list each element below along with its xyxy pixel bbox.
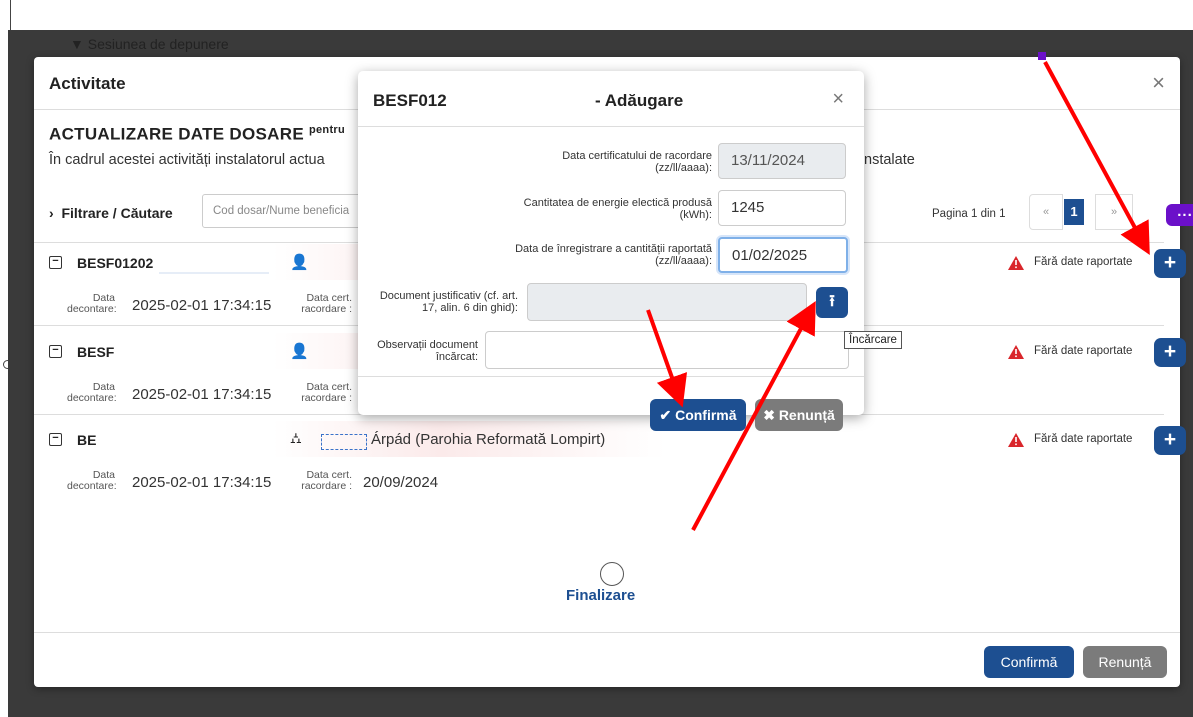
date-label: Data decontare: [67, 469, 117, 492]
confirm-button[interactable]: Confirmă [984, 646, 1074, 678]
dosar-id: BESF [77, 344, 115, 360]
add-button[interactable]: + [1154, 338, 1186, 367]
pagination-next[interactable]: » [1095, 194, 1133, 230]
status-text: Fără date raportate [1034, 433, 1133, 445]
finalize-radio[interactable] [600, 562, 624, 586]
add-button[interactable]: + [1154, 249, 1186, 278]
collapse-icon[interactable]: − [49, 433, 62, 446]
cert-date-field[interactable]: 13/11/2024 [718, 143, 846, 179]
pagination-prev[interactable]: « [1029, 194, 1063, 230]
date-value: 2025-02-01 17:34:15 [132, 474, 272, 491]
cert-label: Data cert. racordare : [301, 292, 352, 315]
dosar-id: BESF01202 [77, 255, 154, 271]
heading-text: ACTUALIZARE DATE DOSARE [49, 124, 304, 144]
status-text: Fără date raportate [1034, 256, 1133, 268]
dialog-code: BESF012 [373, 91, 447, 110]
background-filter-hint: ▼ Sesiunea de depunere [70, 36, 229, 52]
date-label: Data decontare: [67, 292, 117, 315]
dialog-cancel-label: Renunță [778, 407, 835, 423]
filter-label-text: Filtrare / Căutare [61, 205, 173, 221]
notes-field[interactable] [485, 331, 849, 369]
warning-icon [1008, 345, 1024, 359]
background-filter-text: Sesiunea de depunere [87, 36, 229, 52]
warning-icon [1008, 256, 1024, 270]
collapse-icon[interactable]: − [49, 345, 62, 358]
group-icon: ⛼ [290, 430, 302, 447]
modal-footer-divider [34, 632, 1180, 633]
person-icon: 👤 [290, 343, 309, 360]
date-label: Data decontare: [67, 381, 117, 404]
redacted-area [159, 252, 269, 274]
more-options-button[interactable]: ... [1166, 204, 1193, 226]
dosar-id: BE [77, 432, 97, 448]
cert-value: 20/09/2024 [363, 474, 439, 491]
modal-title: Activitate [49, 74, 126, 93]
subheading-tail: nstalate [864, 152, 915, 168]
energy-field[interactable]: 1245 [718, 190, 846, 226]
chevron-right-icon: › [49, 205, 54, 221]
collapse-icon[interactable]: − [49, 256, 62, 269]
dialog-action: - Adăugare [595, 91, 684, 110]
top-cut-text [0, 0, 1193, 6]
status-text: Fără date raportate [1034, 345, 1133, 357]
doc-label: Document justificativ (cf. art. 17, alin… [379, 290, 518, 314]
redacted-area [129, 341, 269, 361]
dialog-footer-divider [358, 376, 864, 377]
cert-label: Data cert. racordare : [301, 381, 352, 404]
notes-label: Observații document încărcat: [377, 339, 478, 363]
pagination-text: Pagina 1 din 1 [932, 208, 1006, 220]
add-dialog: BESF012 - Adăugare × Data certificatului… [358, 71, 864, 415]
finalize-label[interactable]: Finalizare [566, 587, 635, 604]
cancel-button[interactable]: Renunță [1083, 646, 1167, 678]
dialog-cancel-button[interactable]: ✖ Renunță [755, 399, 843, 431]
heading-sup: pentru [309, 124, 346, 136]
doc-field[interactable] [527, 283, 807, 321]
page-heading: ACTUALIZARE DATE DOSARE pentru [49, 124, 345, 145]
date-value: 2025-02-01 17:34:15 [132, 386, 272, 403]
beneficiary-name: Árpád (Parohia Reformată Lompirt) [371, 431, 606, 448]
close-icon[interactable]: × [832, 88, 844, 111]
upload-icon[interactable]: ⭱ [816, 287, 848, 318]
filter-toggle[interactable]: › Filtrare / Căutare [49, 205, 173, 221]
subheading: În cadrul acestei activități instalatoru… [49, 152, 325, 168]
dialog-header: BESF012 - Adăugare × [358, 71, 864, 127]
upload-tooltip: Încărcare [844, 331, 902, 349]
close-icon[interactable]: × [1152, 70, 1165, 96]
dialog-confirm-label: Confirmă [675, 407, 737, 423]
funnel-icon: ▼ [70, 36, 84, 52]
reg-date-label: Data de înregistrare a cantității raport… [515, 243, 712, 267]
dosar-row: − BE ⛼ Árpád (Parohia Reformată Lompirt)… [49, 421, 1186, 457]
energy-label: Cantitatea de energie electică produsă (… [523, 197, 712, 221]
warning-icon [1008, 433, 1024, 447]
selection-box[interactable] [321, 434, 367, 450]
date-value: 2025-02-01 17:34:15 [132, 297, 272, 314]
cert-date-label: Data certificatului de racordare (zz/ll/… [562, 150, 712, 174]
person-icon: 👤 [290, 254, 309, 271]
pagination-current[interactable]: 1 [1064, 199, 1084, 225]
dialog-confirm-button[interactable]: ✔ Confirmă [650, 399, 746, 431]
cert-label: Data cert. racordare : [301, 469, 352, 492]
add-button[interactable]: + [1154, 426, 1186, 455]
reg-date-field[interactable]: 01/02/2025 [718, 237, 848, 273]
